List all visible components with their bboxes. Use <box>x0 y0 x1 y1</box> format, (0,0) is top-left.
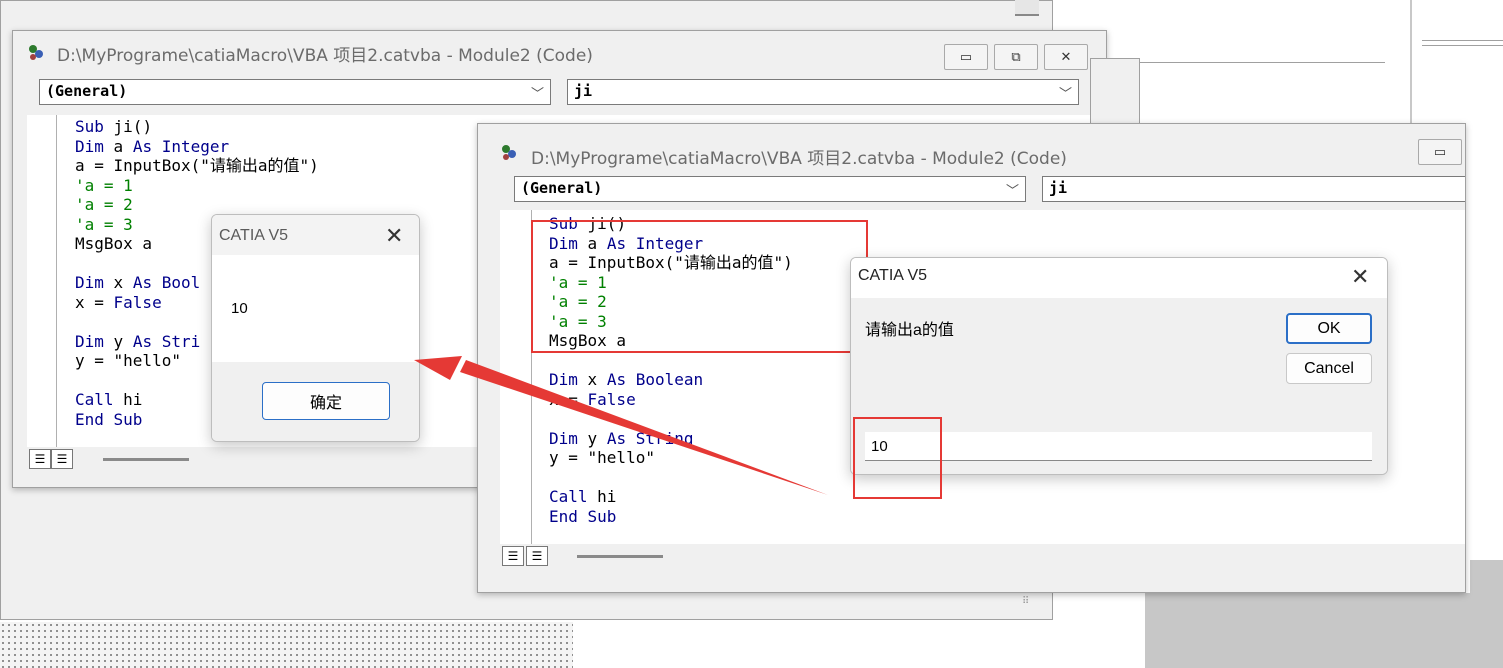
annotation-arrow-head <box>414 356 462 380</box>
annotation-arrow-body <box>460 360 828 495</box>
annotation-arrow <box>414 356 828 495</box>
